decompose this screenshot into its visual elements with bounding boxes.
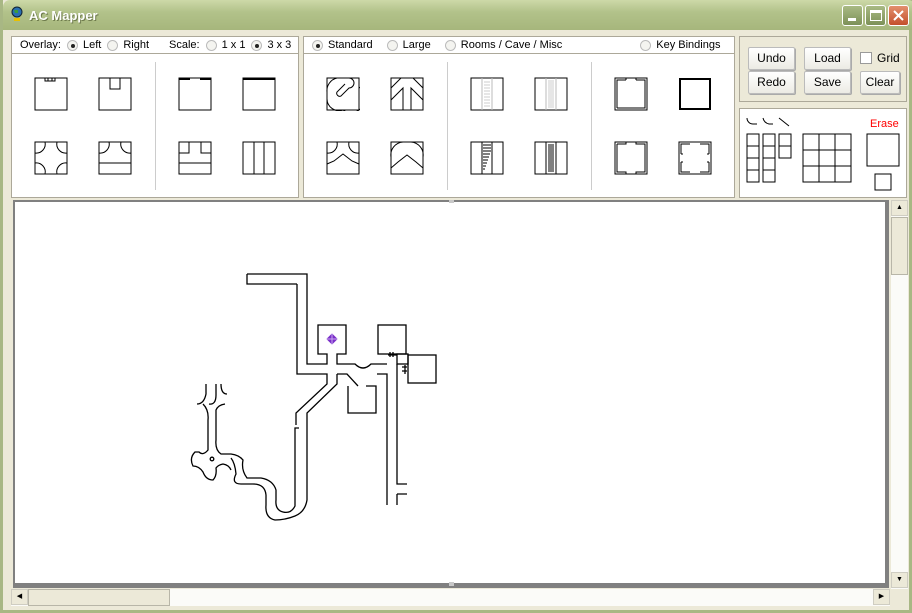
erase-small-button bbox=[874, 173, 892, 191]
window-title: AC Mapper bbox=[29, 8, 98, 23]
tile-alcove-top[interactable] bbox=[98, 77, 132, 111]
globe-icon bbox=[11, 6, 23, 21]
brush-curve-icons bbox=[746, 117, 790, 127]
overlay-left-label[interactable]: Left bbox=[83, 39, 101, 51]
tile-door-top[interactable] bbox=[34, 77, 68, 111]
map-room-small bbox=[396, 353, 409, 365]
map-room-east bbox=[407, 354, 437, 384]
minimize-button[interactable] bbox=[842, 5, 863, 26]
scale-label: Scale: bbox=[169, 39, 200, 51]
erase-label[interactable]: Erase bbox=[870, 118, 899, 130]
brush-column-1 bbox=[746, 133, 760, 183]
scroll-down-button[interactable]: ▼ bbox=[891, 572, 908, 588]
canvas-resize-handle-top[interactable] bbox=[449, 200, 454, 203]
tileset-header: Standard Large Rooms / Cave / Misc Key B… bbox=[303, 36, 735, 54]
map-room-center bbox=[347, 385, 377, 414]
tile-vertical-corridor[interactable] bbox=[242, 141, 276, 175]
scroll-left-button[interactable]: ◀ bbox=[11, 589, 28, 605]
tile-curve-u[interactable] bbox=[326, 77, 360, 111]
redo-button[interactable]: Redo bbox=[748, 71, 795, 94]
overlay-right-label[interactable]: Right bbox=[123, 39, 149, 51]
tile-wall-top[interactable] bbox=[242, 77, 276, 111]
large-radio[interactable] bbox=[386, 39, 398, 51]
vertical-scroll-thumb[interactable] bbox=[891, 217, 908, 275]
rooms-cave-misc-radio[interactable] bbox=[444, 39, 456, 51]
grid-label[interactable]: Grid bbox=[877, 51, 900, 65]
map-room-northeast bbox=[377, 324, 407, 355]
brush-column-2 bbox=[762, 133, 776, 183]
scale-3x3-label[interactable]: 3 x 3 bbox=[267, 39, 291, 51]
grid-checkbox[interactable] bbox=[860, 52, 872, 64]
save-button[interactable]: Save bbox=[804, 71, 851, 94]
scale-3x3-radio[interactable] bbox=[251, 39, 263, 51]
title-bar[interactable]: AC Mapper bbox=[3, 0, 912, 30]
map-canvas[interactable] bbox=[13, 200, 889, 588]
overlay-scale-header: Overlay: Left Right Scale: 1 x 1 3 x 3 bbox=[11, 36, 299, 54]
scale-1x1-label[interactable]: 1 x 1 bbox=[222, 39, 246, 51]
brush-column-3 bbox=[778, 133, 792, 159]
app-window: AC Mapper Overlay: Left Right Scale: 1 x… bbox=[0, 0, 912, 613]
standard-label[interactable]: Standard bbox=[328, 39, 373, 51]
map-horizontal-scrollbar[interactable]: ◀ ▶ bbox=[11, 589, 890, 606]
key-bindings-label[interactable]: Key Bindings bbox=[656, 39, 720, 51]
divider bbox=[155, 62, 156, 190]
canvas-resize-handle-bottom[interactable] bbox=[449, 582, 454, 586]
tile-room-double-doors[interactable] bbox=[614, 141, 648, 175]
tile-arrow-up[interactable] bbox=[390, 77, 424, 111]
scroll-up-button[interactable]: ▲ bbox=[891, 200, 908, 216]
overlay-right-radio[interactable] bbox=[107, 39, 119, 51]
overlay-label: Overlay: bbox=[20, 39, 61, 51]
tile-stairs-dark[interactable] bbox=[470, 141, 504, 175]
key-bindings-radio[interactable] bbox=[640, 39, 652, 51]
tile-tee-square[interactable] bbox=[178, 141, 212, 175]
tile-wall-top-gap[interactable] bbox=[178, 77, 212, 111]
scroll-right-button[interactable]: ▶ bbox=[873, 589, 890, 605]
load-button[interactable]: Load bbox=[804, 47, 851, 70]
standard-radio[interactable] bbox=[312, 39, 323, 51]
erase-large-button bbox=[866, 133, 900, 167]
tile-tee-curved[interactable] bbox=[98, 141, 132, 175]
map-connector bbox=[377, 364, 407, 505]
tile-fork-curved[interactable] bbox=[326, 141, 360, 175]
tile-stairs-light[interactable] bbox=[470, 77, 504, 111]
tile-room-double[interactable] bbox=[614, 77, 648, 111]
map-cave-west bbox=[190, 383, 299, 514]
map-cave-pillar bbox=[209, 456, 215, 462]
clear-button[interactable]: Clear bbox=[860, 71, 900, 94]
portal-marker-icon bbox=[326, 333, 338, 345]
maximize-button[interactable] bbox=[865, 5, 886, 26]
rooms-cave-misc-label[interactable]: Rooms / Cave / Misc bbox=[461, 39, 562, 51]
map-corridor-north bbox=[246, 273, 387, 425]
map-vertical-scrollbar[interactable]: ▲ ▼ bbox=[891, 200, 908, 589]
tile-fork-peak[interactable] bbox=[390, 141, 424, 175]
tile-cross-curved[interactable] bbox=[34, 141, 68, 175]
tile-room-notched[interactable] bbox=[678, 141, 712, 175]
tile-palette-panel bbox=[303, 53, 735, 198]
dungeon-map bbox=[190, 273, 437, 521]
large-label[interactable]: Large bbox=[403, 39, 431, 51]
tile-stairs-light-2[interactable] bbox=[534, 77, 568, 111]
overlay-left-radio[interactable] bbox=[66, 39, 78, 51]
tile-room-thick[interactable] bbox=[678, 77, 712, 111]
close-icon bbox=[893, 10, 904, 21]
tile-stairs-dark-2[interactable] bbox=[534, 141, 568, 175]
divider bbox=[447, 62, 448, 190]
horizontal-scroll-thumb[interactable] bbox=[28, 589, 170, 606]
divider bbox=[591, 62, 592, 190]
brush-3x3-grid bbox=[802, 133, 852, 183]
close-button[interactable] bbox=[888, 5, 909, 26]
scale-1x1-radio[interactable] bbox=[205, 39, 217, 51]
undo-button[interactable]: Undo bbox=[748, 47, 795, 70]
